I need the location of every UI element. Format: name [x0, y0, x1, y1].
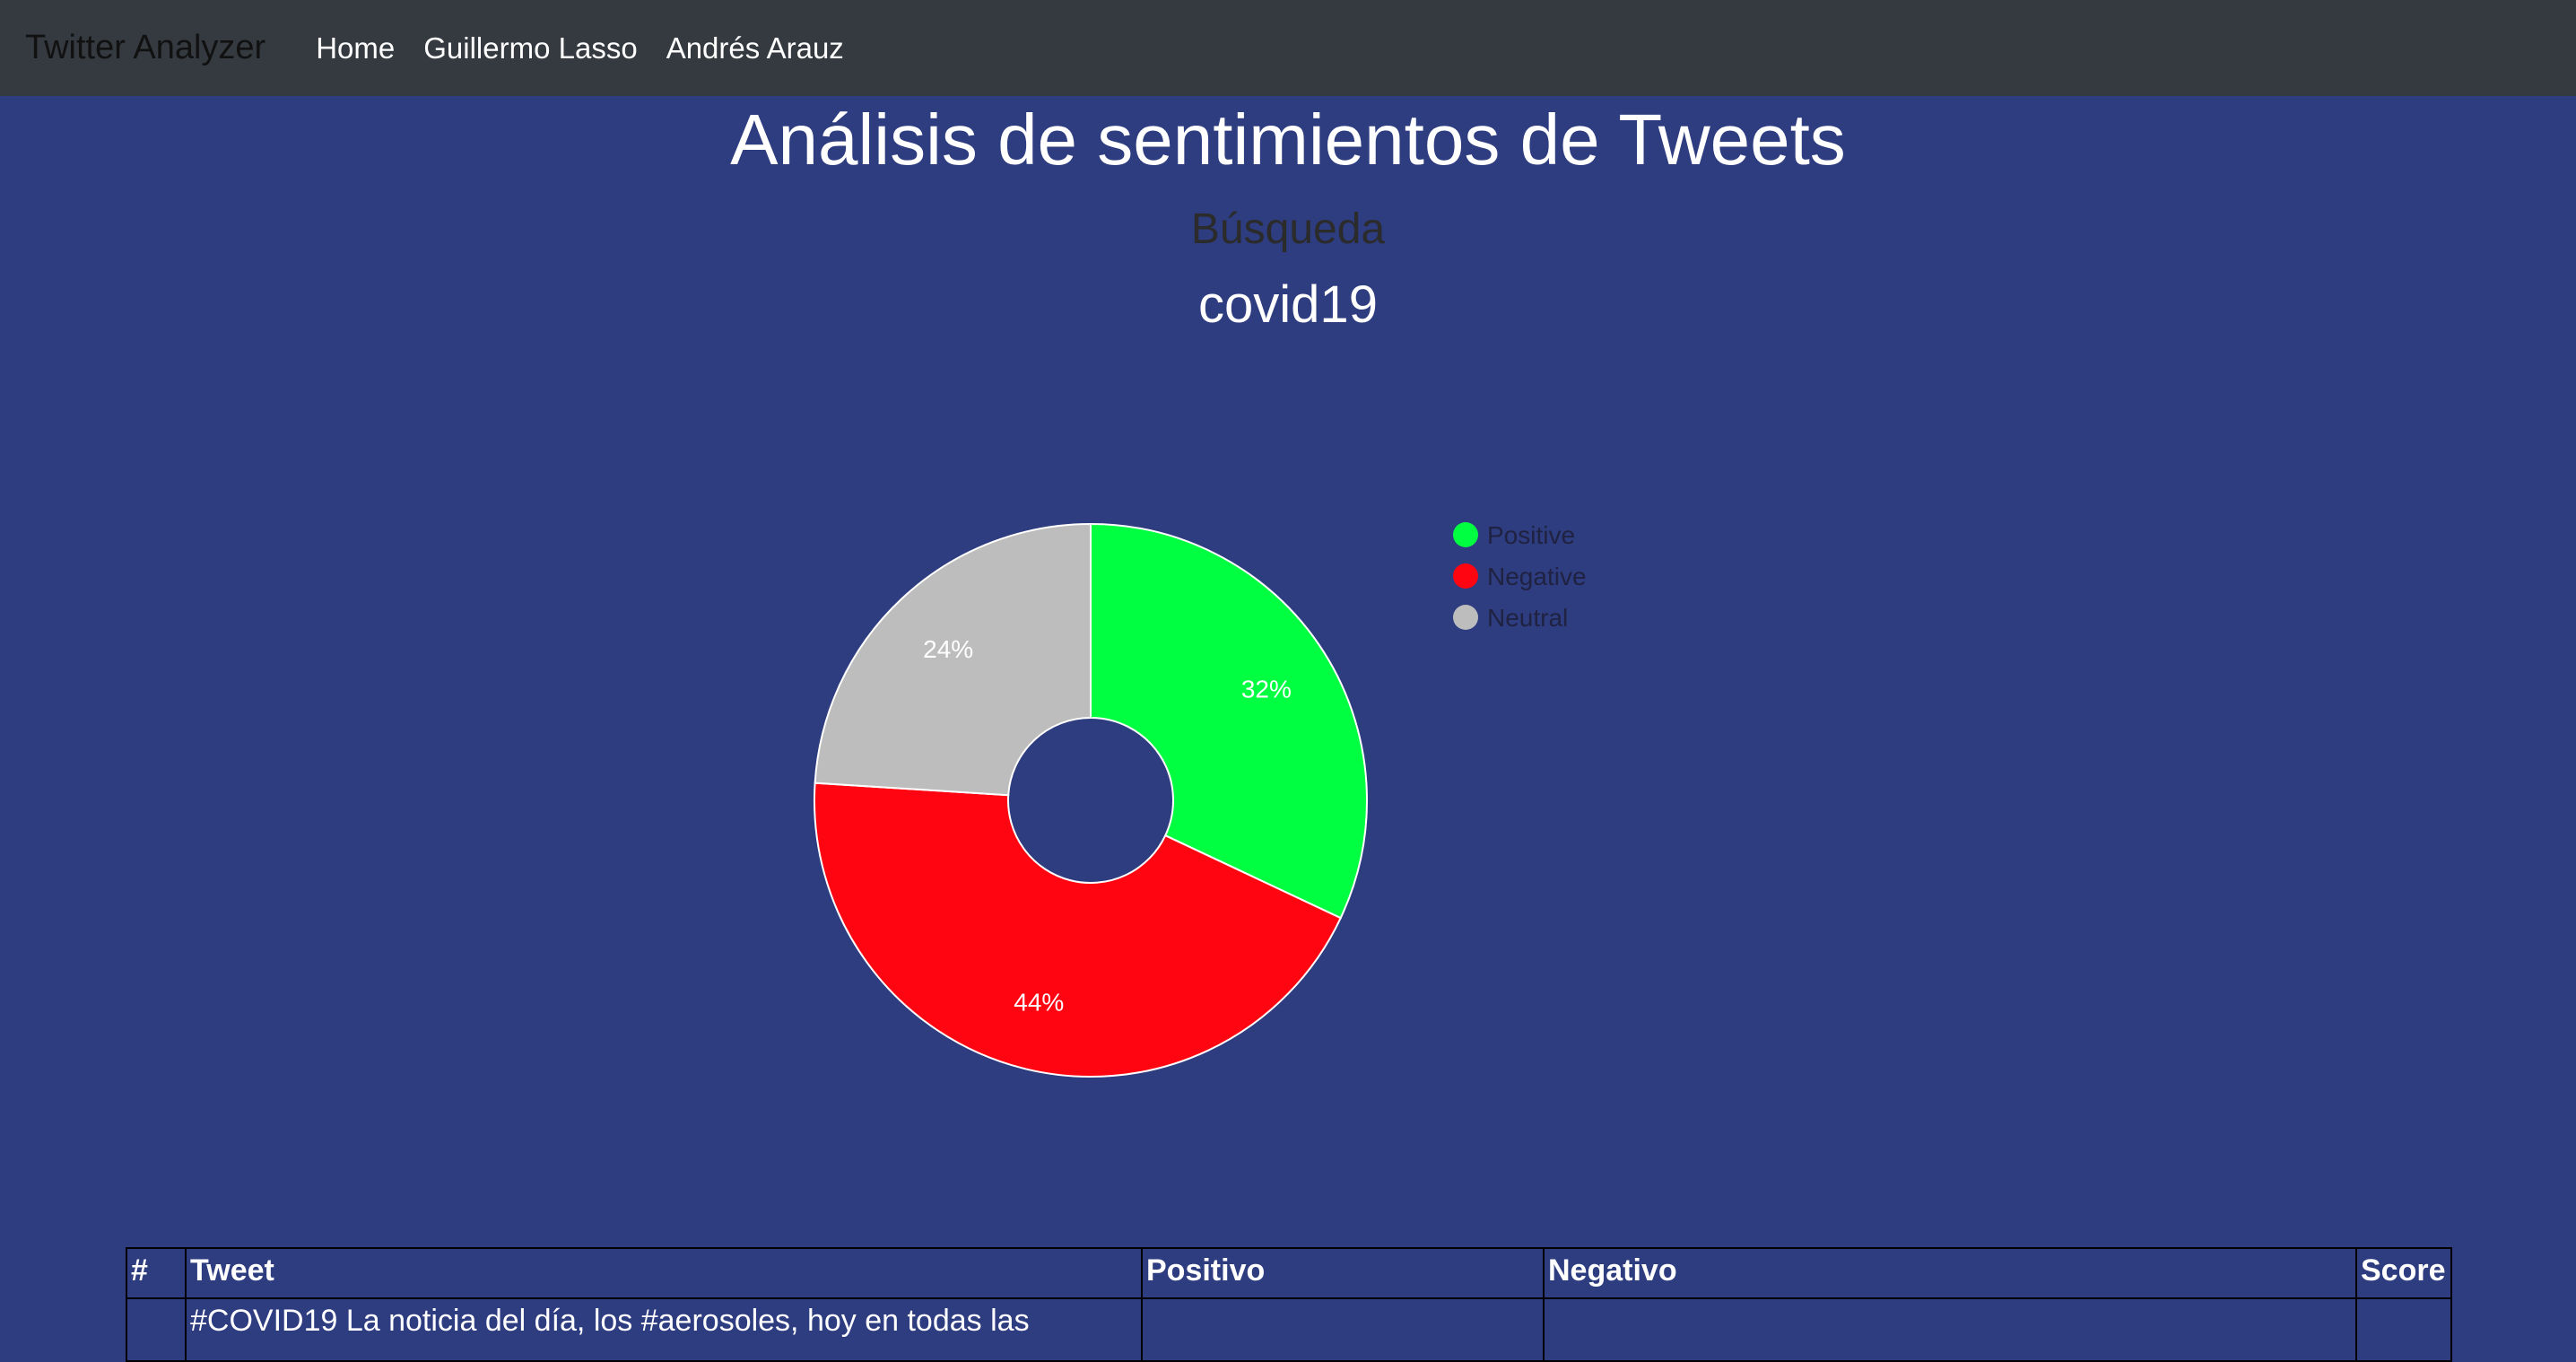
slice-label-negative: 44% [1014, 989, 1064, 1017]
table-cell-negativo [1543, 1297, 2357, 1362]
legend-item-neutral[interactable]: Neutral [1453, 604, 1568, 632]
column-header-negativo: Negativo [1543, 1247, 2357, 1299]
column-header-tweet: Tweet [185, 1247, 1143, 1299]
column-header-positivo: Positivo [1141, 1247, 1545, 1299]
nav-link-andres-arauz[interactable]: Andrés Arauz [666, 31, 844, 65]
legend-label: Positive [1487, 521, 1575, 549]
slice-label-positive: 32% [1241, 676, 1292, 703]
legend-swatch [1453, 605, 1478, 630]
table-cell-tweet: #COVID19 La noticia del día, los #aeroso… [185, 1297, 1143, 1362]
tweets-table: # Tweet Positivo Negativo Score #COVID19… [126, 1247, 2452, 1362]
slice-label-neutral: 24% [923, 635, 973, 663]
slice-positive[interactable] [1090, 522, 1368, 920]
legend-label: Negative [1487, 563, 1587, 590]
page-subtitle: Búsqueda [1190, 205, 1386, 253]
column-header-score: Score [2355, 1247, 2452, 1299]
tweets-table-container: # Tweet Positivo Negativo Score #COVID19… [126, 1247, 2452, 1362]
navbar: Twitter Analyzer Home Guillermo Lasso An… [0, 0, 2576, 96]
legend-item-positive[interactable]: Positive [1453, 521, 1575, 549]
navbar-brand[interactable]: Twitter Analyzer [25, 29, 265, 67]
sentiment-donut-chart: 32% 44% 24% Positive Negative Neutral [814, 521, 1587, 1078]
table-row: #COVID19 La noticia del día, los #aeroso… [126, 1297, 2452, 1362]
legend-swatch [1453, 522, 1478, 547]
search-query: covid19 [1198, 275, 1378, 334]
legend-swatch [1453, 563, 1478, 589]
legend-label: Neutral [1487, 604, 1568, 632]
page-title: Análisis de sentimientos de Tweets [730, 100, 1846, 179]
nav-link-guillermo-lasso[interactable]: Guillermo Lasso [423, 31, 637, 65]
table-cell-number [126, 1297, 187, 1362]
nav-link-home[interactable]: Home [316, 31, 395, 65]
table-header-row: # Tweet Positivo Negativo Score [126, 1247, 2452, 1299]
column-header-number: # [126, 1247, 187, 1299]
table-cell-positivo [1141, 1297, 1545, 1362]
table-cell-score [2355, 1297, 2452, 1362]
legend-item-negative[interactable]: Negative [1453, 563, 1587, 590]
